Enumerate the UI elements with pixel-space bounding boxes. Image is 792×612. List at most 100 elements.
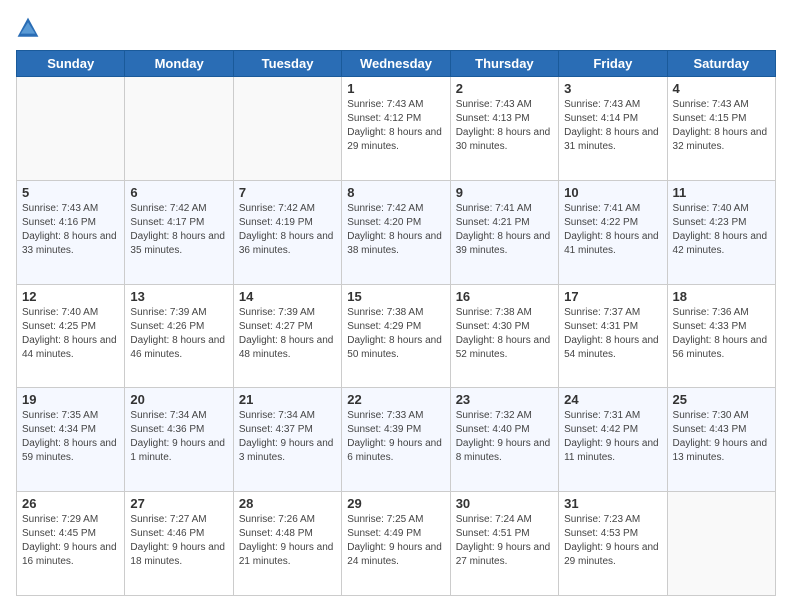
day-header-friday: Friday bbox=[559, 51, 667, 77]
calendar-cell: 6 Sunrise: 7:42 AM Sunset: 4:17 PM Daylig… bbox=[125, 180, 233, 284]
day-number: 11 bbox=[673, 185, 770, 200]
day-number: 5 bbox=[22, 185, 119, 200]
day-info: Sunrise: 7:40 AM Sunset: 4:25 PM Dayligh… bbox=[22, 306, 119, 362]
day-number: 12 bbox=[22, 289, 119, 304]
calendar-cell: 18 Sunrise: 7:36 AM Sunset: 4:33 PM Dayli… bbox=[667, 284, 775, 388]
day-number: 13 bbox=[130, 289, 227, 304]
day-info: Sunrise: 7:38 AM Sunset: 4:29 PM Dayligh… bbox=[347, 306, 444, 362]
calendar-cell bbox=[17, 77, 125, 181]
calendar-cell: 19 Sunrise: 7:35 AM Sunset: 4:34 PM Dayli… bbox=[17, 388, 125, 492]
day-info: Sunrise: 7:39 AM Sunset: 4:26 PM Dayligh… bbox=[130, 306, 227, 362]
day-info: Sunrise: 7:31 AM Sunset: 4:42 PM Dayligh… bbox=[564, 409, 661, 465]
calendar-cell: 28 Sunrise: 7:26 AM Sunset: 4:48 PM Dayli… bbox=[233, 492, 341, 596]
day-number: 15 bbox=[347, 289, 444, 304]
calendar-cell: 10 Sunrise: 7:41 AM Sunset: 4:22 PM Dayli… bbox=[559, 180, 667, 284]
week-row-1: 1 Sunrise: 7:43 AM Sunset: 4:12 PM Daylig… bbox=[17, 77, 776, 181]
calendar-cell: 17 Sunrise: 7:37 AM Sunset: 4:31 PM Dayli… bbox=[559, 284, 667, 388]
day-number: 22 bbox=[347, 392, 444, 407]
day-number: 2 bbox=[456, 81, 553, 96]
calendar-cell: 5Sunrise: 7:43 AM Sunset: 4:16 PM Daylig… bbox=[17, 180, 125, 284]
day-info: Sunrise: 7:37 AM Sunset: 4:31 PM Dayligh… bbox=[564, 306, 661, 362]
day-info: Sunrise: 7:30 AM Sunset: 4:43 PM Dayligh… bbox=[673, 409, 770, 465]
day-info: Sunrise: 7:41 AM Sunset: 4:21 PM Dayligh… bbox=[456, 202, 553, 258]
calendar-cell: 21 Sunrise: 7:34 AM Sunset: 4:37 PM Dayli… bbox=[233, 388, 341, 492]
calendar: SundayMondayTuesdayWednesdayThursdayFrid… bbox=[16, 50, 776, 596]
calendar-cell: 25Sunrise: 7:30 AM Sunset: 4:43 PM Dayli… bbox=[667, 388, 775, 492]
day-number: 23 bbox=[456, 392, 553, 407]
calendar-cell: 16Sunrise: 7:38 AM Sunset: 4:30 PM Dayli… bbox=[450, 284, 558, 388]
day-info: Sunrise: 7:25 AM Sunset: 4:49 PM Dayligh… bbox=[347, 513, 444, 569]
day-number: 6 bbox=[130, 185, 227, 200]
day-number: 30 bbox=[456, 496, 553, 511]
day-info: Sunrise: 7:40 AM Sunset: 4:23 PM Dayligh… bbox=[673, 202, 770, 258]
day-info: Sunrise: 7:43 AM Sunset: 4:13 PM Dayligh… bbox=[456, 98, 553, 154]
calendar-cell bbox=[233, 77, 341, 181]
day-number: 27 bbox=[130, 496, 227, 511]
day-header-thursday: Thursday bbox=[450, 51, 558, 77]
day-info: Sunrise: 7:42 AM Sunset: 4:17 PM Dayligh… bbox=[130, 202, 227, 258]
day-info: Sunrise: 7:33 AM Sunset: 4:39 PM Dayligh… bbox=[347, 409, 444, 465]
day-info: Sunrise: 7:43 AM Sunset: 4:14 PM Dayligh… bbox=[564, 98, 661, 154]
day-number: 4 bbox=[673, 81, 770, 96]
calendar-cell: 26 Sunrise: 7:29 AM Sunset: 4:45 PM Dayli… bbox=[17, 492, 125, 596]
calendar-cell: 12 Sunrise: 7:40 AM Sunset: 4:25 PM Dayli… bbox=[17, 284, 125, 388]
day-number: 17 bbox=[564, 289, 661, 304]
days-header-row: SundayMondayTuesdayWednesdayThursdayFrid… bbox=[17, 51, 776, 77]
day-number: 9 bbox=[456, 185, 553, 200]
day-header-saturday: Saturday bbox=[667, 51, 775, 77]
day-number: 20 bbox=[130, 392, 227, 407]
day-number: 19 bbox=[22, 392, 119, 407]
calendar-cell: 7 Sunrise: 7:42 AM Sunset: 4:19 PM Daylig… bbox=[233, 180, 341, 284]
calendar-cell: 2 Sunrise: 7:43 AM Sunset: 4:13 PM Daylig… bbox=[450, 77, 558, 181]
day-info: Sunrise: 7:42 AM Sunset: 4:19 PM Dayligh… bbox=[239, 202, 336, 258]
day-info: Sunrise: 7:36 AM Sunset: 4:33 PM Dayligh… bbox=[673, 306, 770, 362]
calendar-cell bbox=[667, 492, 775, 596]
day-info: Sunrise: 7:43 AM Sunset: 4:12 PM Dayligh… bbox=[347, 98, 444, 154]
week-row-2: 5Sunrise: 7:43 AM Sunset: 4:16 PM Daylig… bbox=[17, 180, 776, 284]
day-number: 24 bbox=[564, 392, 661, 407]
day-number: 31 bbox=[564, 496, 661, 511]
day-info: Sunrise: 7:24 AM Sunset: 4:51 PM Dayligh… bbox=[456, 513, 553, 569]
day-number: 14 bbox=[239, 289, 336, 304]
day-info: Sunrise: 7:27 AM Sunset: 4:46 PM Dayligh… bbox=[130, 513, 227, 569]
calendar-cell: 27 Sunrise: 7:27 AM Sunset: 4:46 PM Dayli… bbox=[125, 492, 233, 596]
calendar-cell: 30 Sunrise: 7:24 AM Sunset: 4:51 PM Dayli… bbox=[450, 492, 558, 596]
day-header-monday: Monday bbox=[125, 51, 233, 77]
day-info: Sunrise: 7:43 AM Sunset: 4:15 PM Dayligh… bbox=[673, 98, 770, 154]
calendar-cell: 23 Sunrise: 7:32 AM Sunset: 4:40 PM Dayli… bbox=[450, 388, 558, 492]
day-info: Sunrise: 7:29 AM Sunset: 4:45 PM Dayligh… bbox=[22, 513, 119, 569]
day-number: 1 bbox=[347, 81, 444, 96]
calendar-cell: 20Sunrise: 7:34 AM Sunset: 4:36 PM Dayli… bbox=[125, 388, 233, 492]
day-number: 21 bbox=[239, 392, 336, 407]
day-header-tuesday: Tuesday bbox=[233, 51, 341, 77]
day-number: 18 bbox=[673, 289, 770, 304]
calendar-cell: 4 Sunrise: 7:43 AM Sunset: 4:15 PM Daylig… bbox=[667, 77, 775, 181]
day-info: Sunrise: 7:26 AM Sunset: 4:48 PM Dayligh… bbox=[239, 513, 336, 569]
day-number: 7 bbox=[239, 185, 336, 200]
day-number: 10 bbox=[564, 185, 661, 200]
calendar-cell: 24 Sunrise: 7:31 AM Sunset: 4:42 PM Dayli… bbox=[559, 388, 667, 492]
day-number: 29 bbox=[347, 496, 444, 511]
calendar-cell: 13 Sunrise: 7:39 AM Sunset: 4:26 PM Dayli… bbox=[125, 284, 233, 388]
calendar-cell: 11 Sunrise: 7:40 AM Sunset: 4:23 PM Dayli… bbox=[667, 180, 775, 284]
day-header-sunday: Sunday bbox=[17, 51, 125, 77]
day-info: Sunrise: 7:34 AM Sunset: 4:37 PM Dayligh… bbox=[239, 409, 336, 465]
calendar-cell: 31Sunrise: 7:23 AM Sunset: 4:53 PM Dayli… bbox=[559, 492, 667, 596]
calendar-cell: 14 Sunrise: 7:39 AM Sunset: 4:27 PM Dayli… bbox=[233, 284, 341, 388]
week-row-5: 26 Sunrise: 7:29 AM Sunset: 4:45 PM Dayli… bbox=[17, 492, 776, 596]
week-row-3: 12 Sunrise: 7:40 AM Sunset: 4:25 PM Dayli… bbox=[17, 284, 776, 388]
calendar-cell: 22 Sunrise: 7:33 AM Sunset: 4:39 PM Dayli… bbox=[342, 388, 450, 492]
day-info: Sunrise: 7:41 AM Sunset: 4:22 PM Dayligh… bbox=[564, 202, 661, 258]
logo bbox=[16, 16, 44, 40]
calendar-cell: 29 Sunrise: 7:25 AM Sunset: 4:49 PM Dayli… bbox=[342, 492, 450, 596]
day-info: Sunrise: 7:42 AM Sunset: 4:20 PM Dayligh… bbox=[347, 202, 444, 258]
day-number: 8 bbox=[347, 185, 444, 200]
day-number: 28 bbox=[239, 496, 336, 511]
day-info: Sunrise: 7:32 AM Sunset: 4:40 PM Dayligh… bbox=[456, 409, 553, 465]
day-number: 26 bbox=[22, 496, 119, 511]
day-number: 3 bbox=[564, 81, 661, 96]
calendar-cell: 15 Sunrise: 7:38 AM Sunset: 4:29 PM Dayli… bbox=[342, 284, 450, 388]
day-info: Sunrise: 7:39 AM Sunset: 4:27 PM Dayligh… bbox=[239, 306, 336, 362]
day-info: Sunrise: 7:35 AM Sunset: 4:34 PM Dayligh… bbox=[22, 409, 119, 465]
calendar-cell: 1 Sunrise: 7:43 AM Sunset: 4:12 PM Daylig… bbox=[342, 77, 450, 181]
